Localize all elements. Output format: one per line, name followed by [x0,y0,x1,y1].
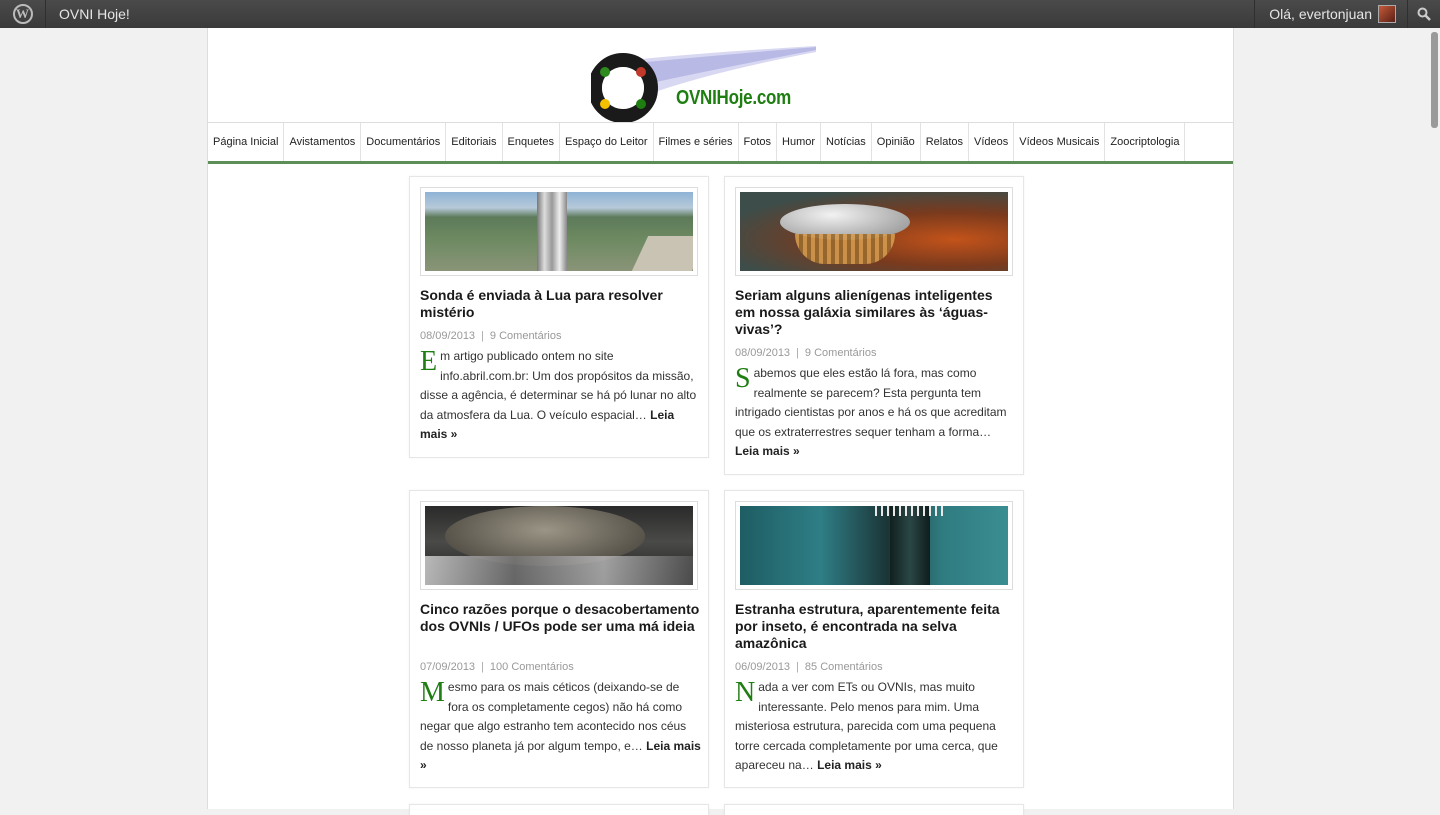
scrollbar-thumb[interactable] [1431,32,1438,128]
dropcap: M [420,677,445,708]
wordpress-logo-button[interactable]: W [0,0,46,28]
nav-item[interactable]: Zoocriptologia [1105,123,1186,161]
post-date: 08/09/2013 [735,347,791,359]
nav-item[interactable]: Espaço do Leitor [560,123,654,161]
nav-item[interactable]: Notícias [821,123,872,161]
search-icon [1417,7,1431,21]
post-title-link[interactable]: Seriam alguns alienígenas inteligentes e… [735,287,1015,338]
post-meta: 08/09/2013 | 9 Comentários [420,330,562,342]
nav-item[interactable]: Editoriais [446,123,503,161]
adminbar-search-button[interactable] [1407,0,1440,28]
post-comments-link[interactable]: 100 Comentários [490,661,574,673]
post-title-link[interactable]: Sonda é enviada à Lua para resolver mist… [420,287,700,321]
main-navigation: Página Inicial Avistamentos Documentários E… [208,123,1233,164]
post-excerpt: Mesmo para os mais céticos (deixando-se … [420,678,702,776]
dropcap: S [735,363,751,394]
dropcap: N [735,677,756,708]
post-thumbnail[interactable] [735,187,1013,276]
post-excerpt: Sabemos que eles estão lá fora, mas como… [735,364,1017,462]
post-thumbnail[interactable] [420,187,698,276]
post-card: Cinco razões porque o desacobertamento d… [409,490,709,788]
site-logo[interactable]: OVNIHoje.com [588,42,821,123]
post-date: 07/09/2013 [420,661,476,673]
nav-item[interactable]: Documentários [361,123,447,161]
excerpt-text: abemos que eles estão lá fora, mas como … [735,366,1007,439]
nav-item[interactable]: Vídeos Musicais [1014,123,1106,161]
site-header: OVNIHoje.com [208,28,1233,123]
nav-item[interactable]: Relatos [921,123,970,161]
nav-item[interactable]: Vídeos [969,123,1015,161]
post-excerpt: Nada a ver com ETs ou OVNIs, mas muito i… [735,678,1017,776]
post-card: Estranha estrutura, aparentemente feita … [724,490,1024,788]
nav-item[interactable]: Opinião [872,123,921,161]
nav-item[interactable]: Avistamentos [284,123,362,161]
post-card: Sonda é enviada à Lua para resolver mist… [409,176,709,458]
page-container: OVNIHoje.com Página Inicial Avistamentos D… [207,28,1234,815]
site-name-link[interactable]: OVNI Hoje! [59,6,130,22]
logo-text: OVNIHoje.com [676,87,792,109]
greeting-text: Olá, evertonjuan [1269,6,1372,22]
nav-item[interactable]: Filmes e séries [654,123,739,161]
post-date: 06/09/2013 [735,661,791,673]
avatar [1378,5,1396,23]
post-excerpt: Em artigo publicado ontem no site info.a… [420,347,702,445]
post-card: Seriam alguns alienígenas inteligentes e… [724,176,1024,475]
nav-item[interactable]: Enquetes [503,123,560,161]
post-meta: 07/09/2013 | 100 Comentários [420,661,574,673]
read-more-link[interactable]: Leia mais » [817,758,882,772]
post-date: 08/09/2013 [420,330,476,342]
post-card [409,804,709,815]
post-comments-link[interactable]: 85 Comentários [805,661,883,673]
account-menu[interactable]: Olá, evertonjuan [1254,0,1396,28]
post-meta: 06/09/2013 | 85 Comentários [735,661,883,673]
nav-item[interactable]: Fotos [739,123,778,161]
admin-bar: W OVNI Hoje! Olá, evertonjuan [0,0,1440,28]
post-thumbnail[interactable] [420,501,698,590]
logo-graphic [588,46,816,123]
post-thumbnail[interactable] [735,501,1013,590]
post-comments-link[interactable]: 9 Comentários [490,330,562,342]
post-meta: 08/09/2013 | 9 Comentários [735,347,877,359]
nav-item[interactable]: Humor [777,123,822,161]
dropcap: E [420,346,438,377]
page-scrollbar[interactable] [1428,28,1440,809]
post-card [724,804,1024,815]
post-title-link[interactable]: Estranha estrutura, aparentemente feita … [735,601,1015,652]
read-more-link[interactable]: Leia mais » [735,444,800,458]
post-title-link[interactable]: Cinco razões porque o desacobertamento d… [420,601,700,635]
post-comments-link[interactable]: 9 Comentários [805,347,877,359]
wordpress-icon: W [12,4,33,24]
nav-item[interactable]: Página Inicial [208,123,285,161]
